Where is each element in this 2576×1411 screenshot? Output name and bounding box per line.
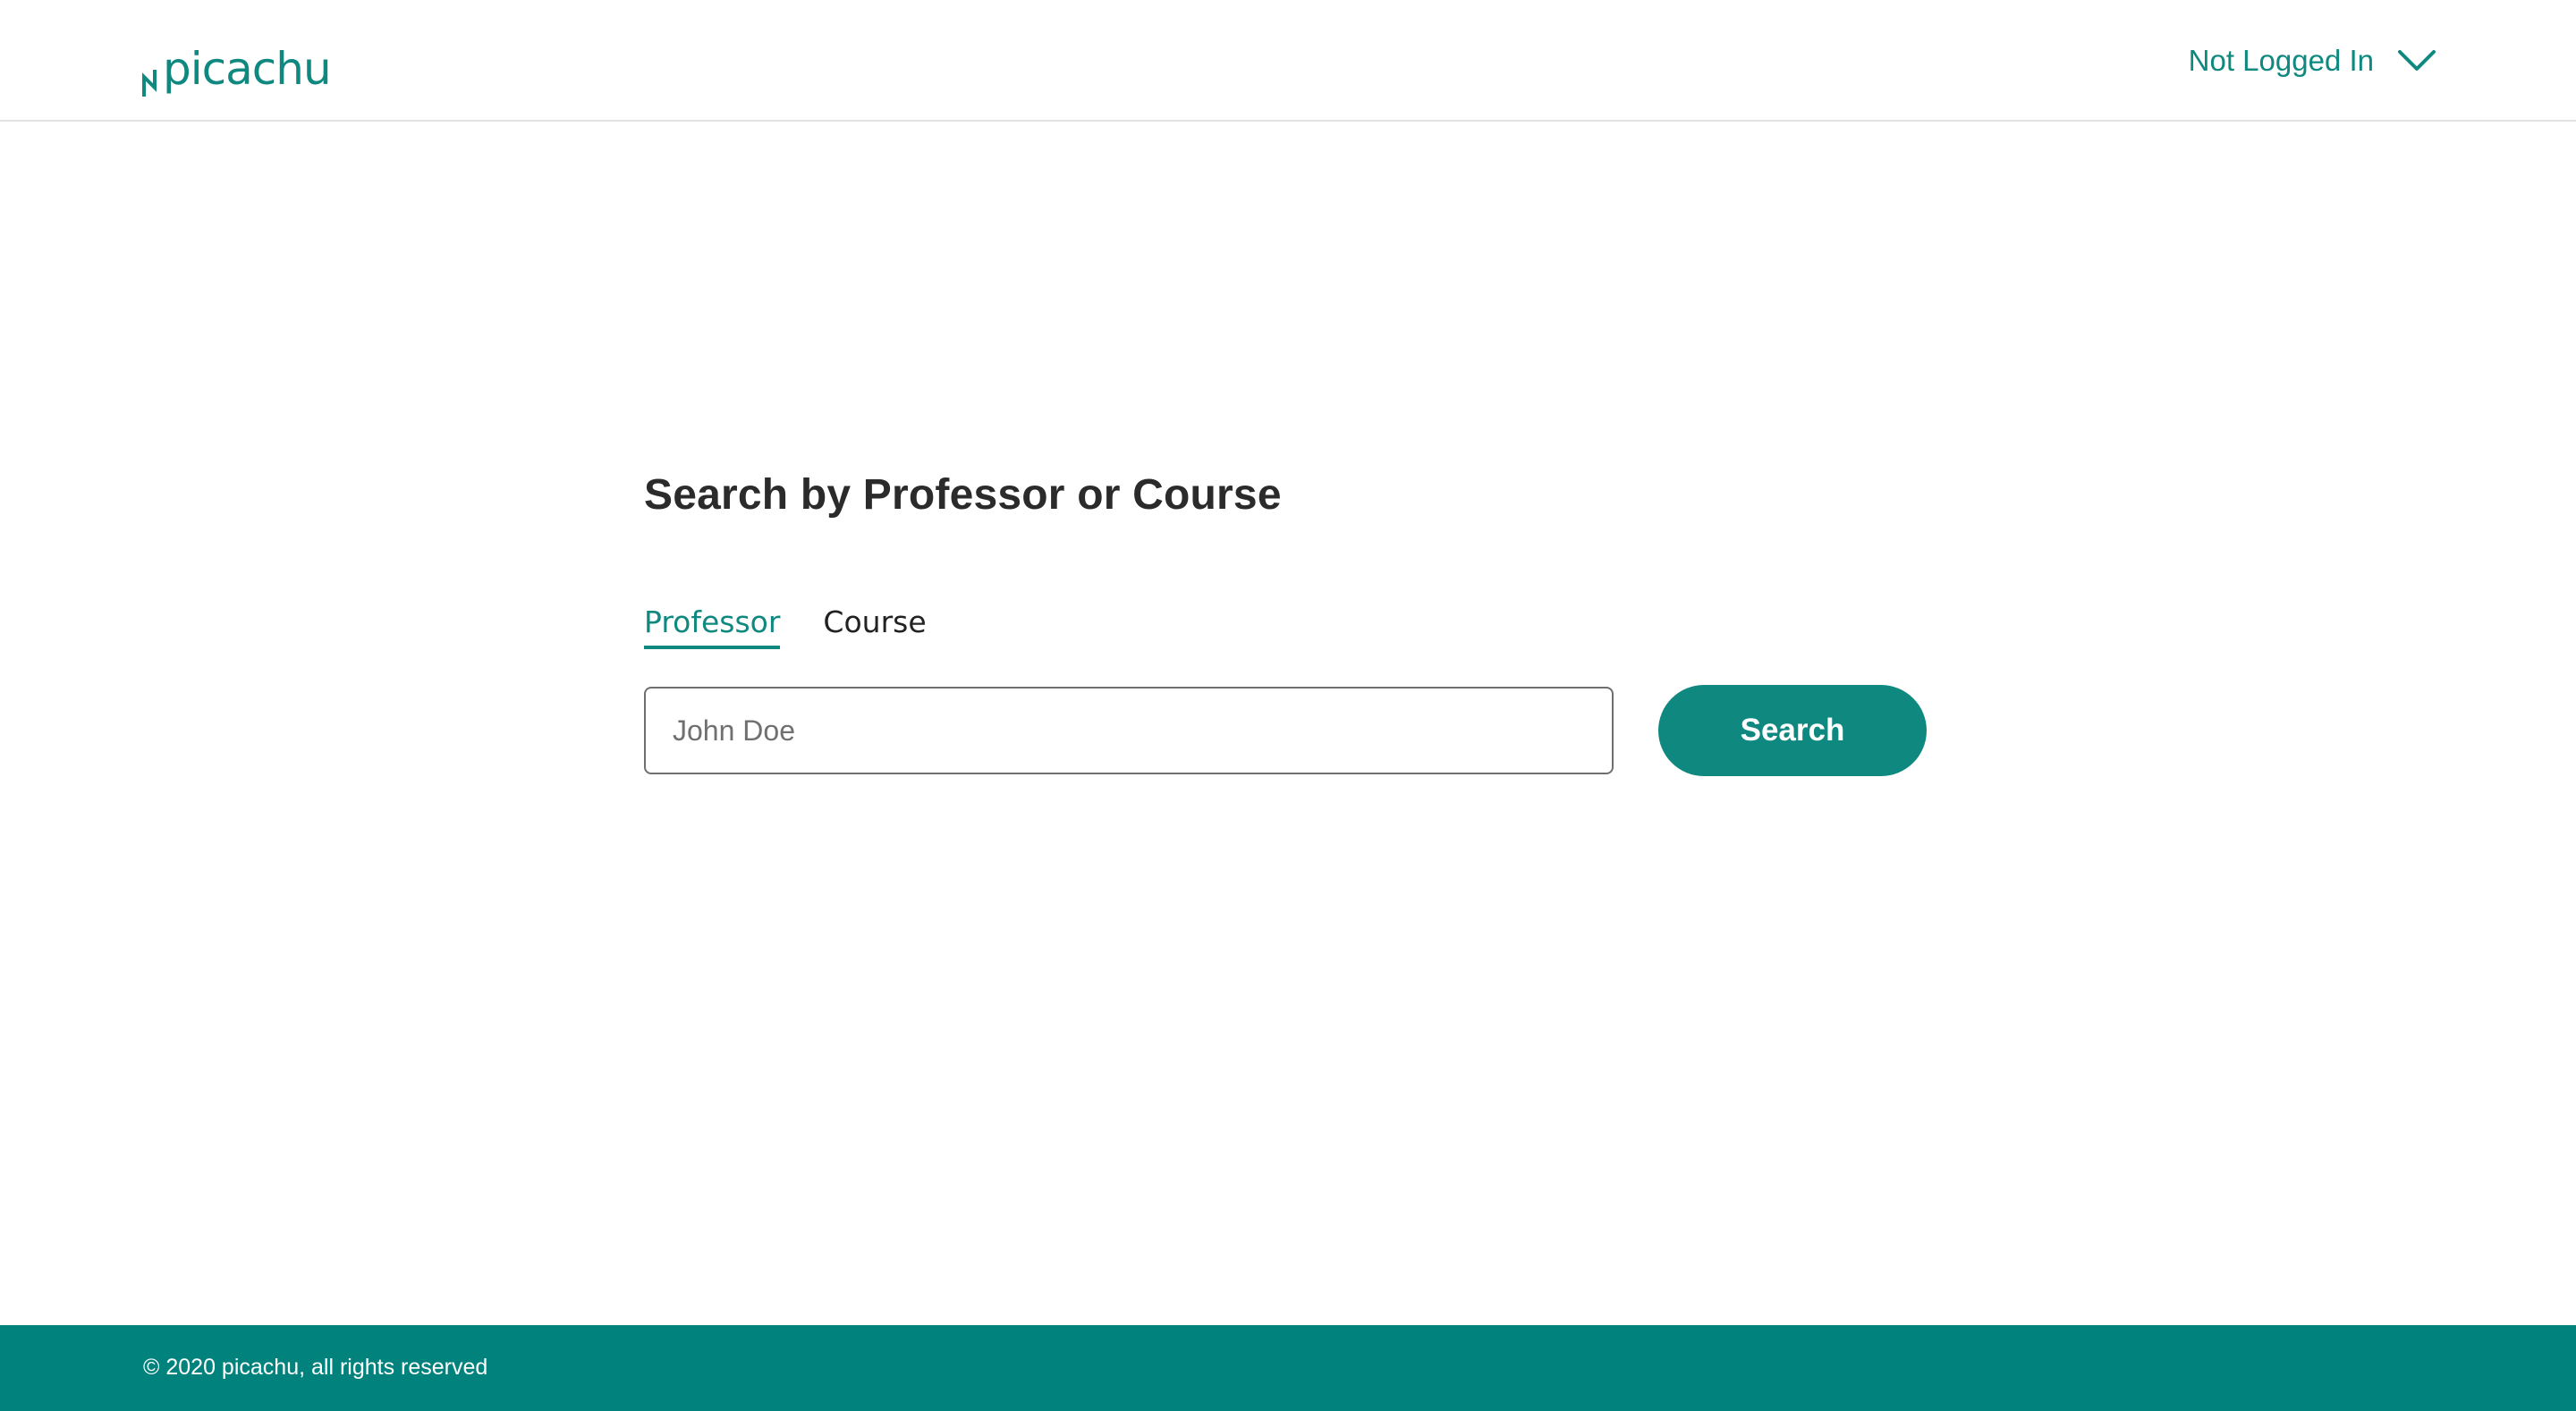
account-dropdown[interactable]: Not Logged In (2189, 36, 2436, 86)
tab-professor[interactable]: Professor (644, 604, 781, 649)
footer: © 2020 picachu, all rights reserved (0, 1325, 2576, 1411)
search-section: Search by Professor or Course Professor … (644, 471, 1932, 776)
search-type-tabs: Professor Course (644, 604, 970, 649)
copyright-text: © 2020 picachu, all rights reserved (143, 1355, 488, 1380)
search-row: Search (644, 685, 1927, 776)
logo-bolt-icon (142, 70, 157, 97)
logo-text: picachu (163, 43, 332, 95)
search-input[interactable] (644, 687, 1614, 774)
chevron-down-icon[interactable] (2397, 48, 2436, 73)
picachu-logo[interactable]: picachu (141, 27, 332, 98)
search-button[interactable]: Search (1658, 685, 1927, 776)
page-title: Search by Professor or Course (644, 471, 1282, 519)
account-status-label: Not Logged In (2188, 44, 2374, 77)
top-navigation-bar: picachu Not Logged In (0, 0, 2576, 122)
tab-course[interactable]: Course (823, 604, 926, 649)
